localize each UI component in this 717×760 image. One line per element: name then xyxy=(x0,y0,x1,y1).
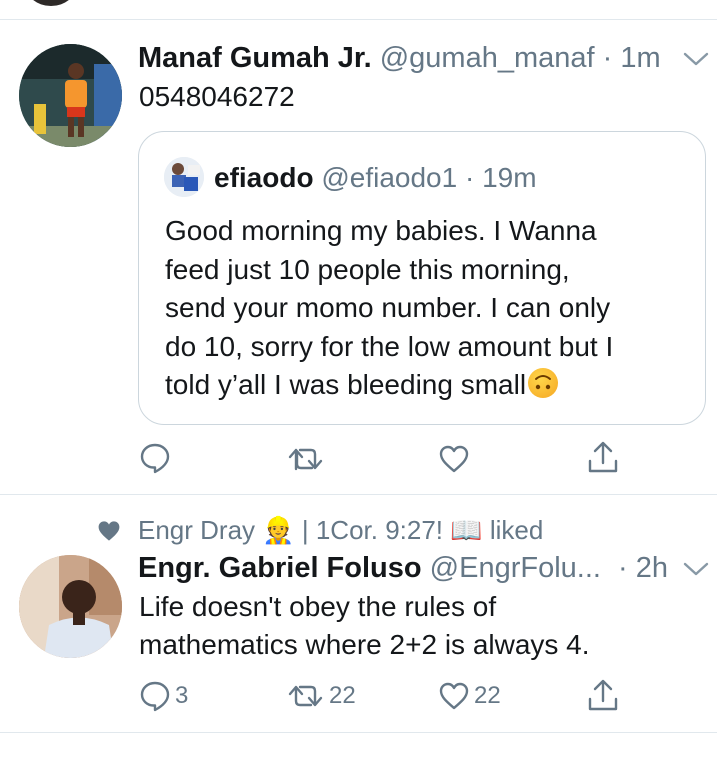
reply-count: 3 xyxy=(175,682,189,709)
quoted-text-line: send your momo number. I can only xyxy=(165,292,611,323)
quoted-text: Good morning my babies. I Wanna feed jus… xyxy=(165,212,695,405)
tweet-text-line: Life doesn't obey the rules of xyxy=(139,591,497,622)
reply-icon xyxy=(140,681,170,712)
display-name[interactable]: Manaf Gumah Jr. xyxy=(138,42,372,74)
quoted-text-line: Good morning my babies. I Wanna xyxy=(165,215,597,246)
upside-down-face-emoji-icon xyxy=(528,368,559,398)
tweet-header: Manaf Gumah Jr. @gumah_manaf · 1m xyxy=(138,40,661,76)
quoted-timestamp[interactable]: 19m xyxy=(482,162,536,193)
tweet-divider xyxy=(0,732,717,733)
tweet-time: · 2h xyxy=(618,550,668,586)
tweet-text: 0548046272 xyxy=(139,81,295,112)
retweet-button[interactable]: 22 xyxy=(287,682,356,710)
heart-icon xyxy=(98,521,120,541)
share-button[interactable] xyxy=(587,679,619,713)
retweet-icon xyxy=(288,685,323,707)
quoted-text-line: do 10, sorry for the low amount but I xyxy=(165,330,614,362)
retweet-icon xyxy=(288,448,323,471)
share-button[interactable] xyxy=(587,441,619,475)
tweet-header: Engr. Gabriel Foluso @EngrFolu... xyxy=(138,550,601,586)
quoted-separator: · xyxy=(464,162,475,193)
quoted-avatar[interactable] xyxy=(164,157,204,197)
quoted-user-handle[interactable]: @efiaodo1 xyxy=(321,162,457,193)
chevron-down-icon[interactable] xyxy=(682,558,710,580)
timestamp[interactable]: 2h xyxy=(636,552,668,584)
reply-button[interactable]: 3 xyxy=(139,680,188,712)
reply-button[interactable] xyxy=(139,442,175,474)
retweet-button[interactable] xyxy=(287,445,329,473)
chevron-down-icon[interactable] xyxy=(682,48,710,70)
avatar[interactable] xyxy=(19,44,122,147)
timestamp[interactable]: 1m xyxy=(620,42,660,74)
quoted-text-line-content: told y’all I was bleeding small xyxy=(165,369,527,400)
like-button[interactable] xyxy=(438,444,474,474)
quoted-text-line: told y’all I was bleeding small xyxy=(165,366,695,405)
tweet-divider xyxy=(0,19,717,20)
share-icon xyxy=(588,679,618,711)
avatar-photo xyxy=(19,555,122,658)
previous-tweet-avatar[interactable] xyxy=(25,0,77,6)
avatar[interactable] xyxy=(19,555,122,658)
social-context-text[interactable]: Engr Dray 👷 | 1Cor. 9:27! 📖 liked xyxy=(138,514,543,546)
like-button[interactable]: 22 xyxy=(438,681,501,711)
like-icon xyxy=(439,682,469,710)
display-name[interactable]: Engr. Gabriel Foluso xyxy=(138,552,422,584)
share-icon xyxy=(588,441,618,473)
separator: · xyxy=(618,552,628,584)
quoted-tweet-card[interactable]: efiaodo @efiaodo1 · 19m Good morning my … xyxy=(138,131,706,425)
like-icon xyxy=(439,445,469,473)
avatar-photo xyxy=(19,44,122,147)
quoted-text-line: feed just 10 people this morning, xyxy=(165,253,570,285)
quoted-avatar-photo xyxy=(164,157,204,197)
reply-icon xyxy=(140,443,170,474)
tweet-divider xyxy=(0,494,717,495)
tweet-text: Life doesn't obey the rules of mathemati… xyxy=(139,588,590,664)
tweet-text-line: mathematics where 2+2 is always 4. xyxy=(139,629,590,660)
retweet-count: 22 xyxy=(329,682,356,709)
separator: · xyxy=(602,42,613,74)
quoted-header: efiaodo @efiaodo1 · 19m xyxy=(214,160,537,196)
user-handle[interactable]: @gumah_manaf xyxy=(380,42,595,74)
like-count: 22 xyxy=(474,682,501,709)
user-handle[interactable]: @EngrFolu... xyxy=(430,552,601,584)
quoted-display-name[interactable]: efiaodo xyxy=(214,162,314,193)
